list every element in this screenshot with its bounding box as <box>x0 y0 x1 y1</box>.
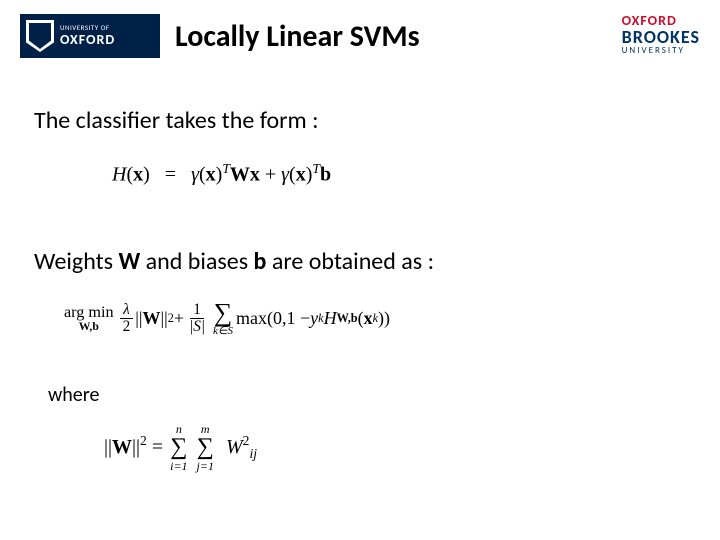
slide-title: Locally Linear SVMs <box>175 18 420 55</box>
slide-body: The classifier takes the form : H(x) = γ… <box>0 70 720 473</box>
equation-objective: arg min W,b λ 2 ||W||2 + 1 |S| ∑ k∈S max… <box>64 300 686 337</box>
where-label: where <box>48 383 686 407</box>
oxford-logo-text2: OXFORD <box>60 32 115 47</box>
slide-header: UNIVERSITY OF OXFORD Locally Linear SVMs… <box>0 0 720 70</box>
body-line-2: Weights W and biases b are obtained as : <box>34 247 686 276</box>
brookes-logo: OXFORD BROOKES UNIVERSITY <box>622 14 700 55</box>
equation-classifier: H(x) = γ(x)TWx + γ(x)Tb <box>112 161 686 187</box>
body-line-1: The classifier takes the form : <box>34 106 686 135</box>
equation-norm: ||W||2 = n ∑ i=1 m ∑ j=1 W2ij <box>104 423 686 473</box>
brookes-logo-text2: BROOKES <box>622 28 700 46</box>
oxford-shield-icon <box>26 20 54 52</box>
oxford-logo: UNIVERSITY OF OXFORD <box>20 14 160 58</box>
